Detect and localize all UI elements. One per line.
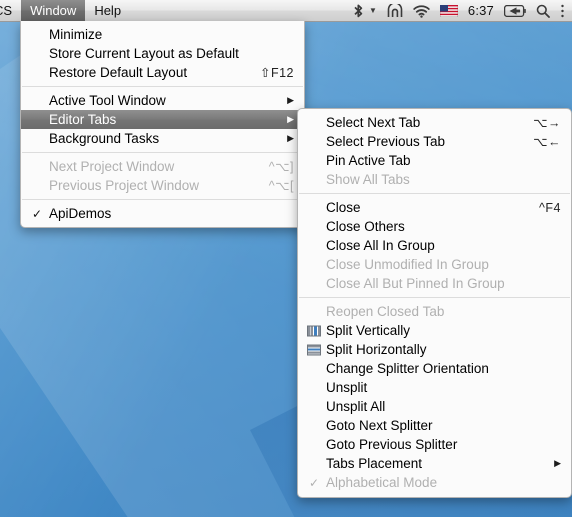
menu-item-label: Goto Next Splitter [326, 418, 433, 433]
clock[interactable]: 6:37 [468, 3, 494, 18]
menu-item-apidemos[interactable]: ✓ ApiDemos [21, 204, 304, 223]
menu-bar-item-help[interactable]: Help [85, 0, 130, 21]
menu-item-label: Pin Active Tab [326, 153, 411, 168]
menu-item-label: Goto Previous Splitter [326, 437, 458, 452]
menu-item-unsplit-all[interactable]: Unsplit All [298, 397, 571, 416]
menu-item-label: Change Splitter Orientation [326, 361, 489, 376]
menu-item-label: Select Next Tab [326, 115, 421, 130]
submenu-arrow-icon: ▶ [554, 458, 561, 468]
menu-item-shortcut: ^F4 [539, 200, 561, 215]
menu-separator [22, 199, 303, 200]
checkmark-icon: ✓ [309, 475, 320, 490]
menu-item-label: Select Previous Tab [326, 134, 446, 149]
menu-item-alphabetical-mode: ✓ Alphabetical Mode [298, 473, 571, 492]
menu-item-store-current-layout-as-default[interactable]: Store Current Layout as Default [21, 44, 304, 63]
menu-item-label: Close [326, 200, 361, 215]
menu-item-shortcut: ^⌥[ [268, 179, 294, 193]
bluetooth-icon[interactable] [352, 4, 365, 18]
submenu-arrow-icon: ▶ [287, 114, 294, 124]
menu-item-split-horizontally[interactable]: Split Horizontally [298, 340, 571, 359]
search-icon[interactable] [536, 4, 550, 18]
menu-item-split-vertically[interactable]: Split Vertically [298, 321, 571, 340]
menu-item-label: Minimize [49, 27, 103, 42]
battery-icon[interactable] [504, 4, 526, 17]
menu-item-shortcut: ⇧F12 [259, 66, 294, 80]
checkmark-icon: ✓ [32, 206, 43, 221]
menu-item-pin-active-tab[interactable]: Pin Active Tab [298, 151, 571, 170]
menu-item-minimize[interactable]: Minimize [21, 25, 304, 44]
menu-item-change-splitter-orientation[interactable]: Change Splitter Orientation [298, 359, 571, 378]
menu-item-label: Active Tool Window [49, 93, 166, 108]
submenu-arrow-icon: ▶ [287, 133, 294, 143]
menu-item-shortcut: ⌥→ [533, 116, 561, 130]
menu-item-next-project-window: Next Project Window ^⌥] [21, 157, 304, 176]
menu-item-background-tasks[interactable]: Background Tasks ▶ [21, 129, 304, 148]
us-flag-icon[interactable] [439, 4, 458, 17]
menu-item-reopen-closed-tab: Reopen Closed Tab [298, 302, 571, 321]
menu-item-label: Close All But Pinned In Group [326, 276, 505, 291]
menu-bar-status-group: ▼ 6:37 [352, 0, 572, 21]
menu-bar-left-group: CSWindowHelp [0, 0, 130, 21]
menu-item-close[interactable]: Close ^F4 [298, 198, 571, 217]
menu-item-label: Alphabetical Mode [326, 475, 438, 490]
menu-item-label: Background Tasks [49, 131, 160, 146]
menu-item-close-others[interactable]: Close Others [298, 217, 571, 236]
menu-item-goto-next-splitter[interactable]: Goto Next Splitter [298, 416, 571, 435]
menu-item-label: Next Project Window [49, 159, 175, 174]
menu-bar-item-cs[interactable]: CS [0, 0, 21, 21]
menu-item-label: Split Horizontally [326, 342, 427, 357]
menu-item-active-tool-window[interactable]: Active Tool Window ▶ [21, 91, 304, 110]
menu-item-select-previous-tab[interactable]: Select Previous Tab ⌥← [298, 132, 571, 151]
menu-item-show-all-tabs: Show All Tabs [298, 170, 571, 189]
menu-separator [22, 152, 303, 153]
menu-item-label: Show All Tabs [326, 172, 410, 187]
menu-item-label: Close All In Group [326, 238, 435, 253]
menu-item-select-next-tab[interactable]: Select Next Tab ⌥→ [298, 113, 571, 132]
editor-tabs-submenu[interactable]: Select Next Tab ⌥→ Select Previous Tab ⌥← Pi… [297, 108, 572, 498]
menu-item-shortcut: ^⌥] [268, 160, 294, 174]
wifi-icon[interactable] [413, 4, 430, 18]
menu-item-editor-tabs[interactable]: Editor Tabs ▶ [21, 110, 304, 129]
menu-item-shortcut: ⌥← [533, 135, 561, 149]
chevron-down-icon[interactable]: ▼ [369, 6, 377, 15]
menu-item-label: Previous Project Window [49, 178, 200, 193]
menu-item-tabs-placement[interactable]: Tabs Placement ▶ [298, 454, 571, 473]
menu-item-label: Close Unmodified In Group [326, 257, 489, 272]
menu-item-label: Split Vertically [326, 323, 411, 338]
menu-item-label: Unsplit All [326, 399, 386, 414]
menu-item-label: Reopen Closed Tab [326, 304, 445, 319]
tunnel-icon[interactable] [387, 3, 403, 18]
menu-item-unsplit[interactable]: Unsplit [298, 378, 571, 397]
menu-item-label: Store Current Layout as Default [49, 46, 239, 61]
menu-item-label: Editor Tabs [49, 112, 117, 127]
menu-item-label: Tabs Placement [326, 456, 423, 471]
menu-item-label: Close Others [326, 219, 405, 234]
list-icon[interactable] [560, 4, 565, 18]
menu-item-label: Restore Default Layout [49, 65, 188, 80]
split-horizontally-icon [307, 344, 321, 355]
menu-separator [299, 297, 570, 298]
menu-item-goto-previous-splitter[interactable]: Goto Previous Splitter [298, 435, 571, 454]
menu-item-close-all-but-pinned-in-group: Close All But Pinned In Group [298, 274, 571, 293]
menu-separator [299, 193, 570, 194]
menu-item-previous-project-window: Previous Project Window ^⌥[ [21, 176, 304, 195]
menu-item-close-all-in-group[interactable]: Close All In Group [298, 236, 571, 255]
menu-item-close-unmodified-in-group: Close Unmodified In Group [298, 255, 571, 274]
menu-bar-item-window[interactable]: Window [21, 0, 86, 21]
menu-separator [22, 86, 303, 87]
menu-item-restore-default-layout[interactable]: Restore Default Layout ⇧F12 [21, 63, 304, 82]
menu-bar: CSWindowHelp ▼ 6:37 [0, 0, 572, 22]
menu-item-label: Unsplit [326, 380, 368, 395]
submenu-arrow-icon: ▶ [287, 95, 294, 105]
split-vertically-icon [307, 325, 321, 336]
window-menu[interactable]: Minimize Store Current Layout as Default R… [20, 21, 305, 228]
menu-item-label: ApiDemos [49, 206, 112, 221]
